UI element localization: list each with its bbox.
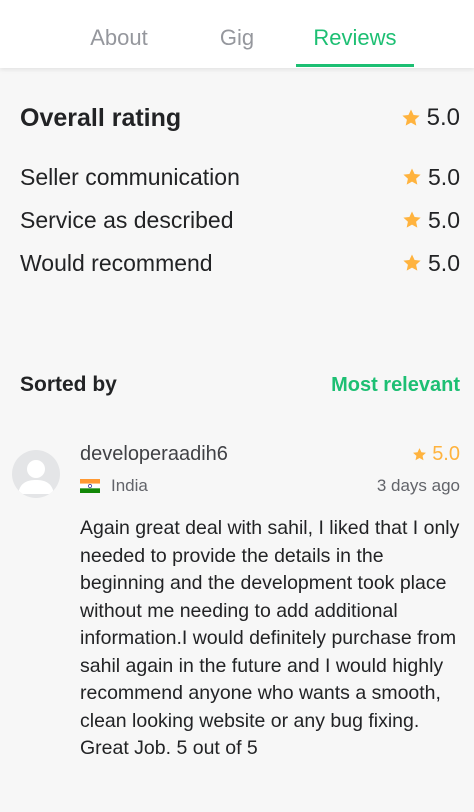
active-tab-indicator xyxy=(296,64,414,67)
sort-label: Sorted by xyxy=(20,373,117,396)
rating-value: 5.0 xyxy=(402,164,460,191)
rating-number: 5.0 xyxy=(428,163,460,190)
tab-bar: About Gig Reviews xyxy=(0,0,474,68)
rating-number: 5.0 xyxy=(428,206,460,233)
overall-rating-number: 5.0 xyxy=(426,104,460,131)
user-silhouette-icon xyxy=(18,460,54,494)
star-icon xyxy=(403,211,421,228)
review-text: Again great deal with sahil, I liked tha… xyxy=(80,517,460,759)
reviewer-country-name: India xyxy=(111,476,148,495)
rating-row-service-as-described: Service as described 5.0 xyxy=(20,201,460,239)
rating-label: Seller communication xyxy=(20,163,240,190)
star-icon xyxy=(403,254,421,271)
rating-value: 5.0 xyxy=(402,250,460,277)
overall-rating-value: 5.0 xyxy=(401,104,460,132)
rating-row-would-recommend: Would recommend 5.0 xyxy=(20,244,460,282)
rating-label: Service as described xyxy=(20,206,234,233)
star-icon xyxy=(403,168,421,185)
rating-row-seller-communication: Seller communication 5.0 xyxy=(20,158,460,196)
sort-dropdown[interactable]: Most relevant xyxy=(331,374,460,397)
rating-value: 5.0 xyxy=(402,207,460,234)
review-rating-number: 5.0 xyxy=(432,443,460,465)
avatar-icon[interactable] xyxy=(12,450,60,498)
review-rating: 5.0 xyxy=(412,443,460,466)
tab-reviews[interactable]: Reviews xyxy=(296,0,414,68)
review-time: 3 days ago xyxy=(376,476,460,495)
overall-rating-row: Overall rating 5.0 xyxy=(20,98,460,138)
rating-label: Would recommend xyxy=(20,249,213,276)
reviewer-country: India xyxy=(80,476,148,496)
sort-row: Sorted by Most relevant xyxy=(20,368,460,402)
overall-rating-label: Overall rating xyxy=(20,103,182,132)
star-icon xyxy=(413,448,427,461)
tab-gig[interactable]: Gig xyxy=(178,0,296,68)
reviewer-username[interactable]: developeraadih6 xyxy=(80,443,228,466)
india-flag-icon xyxy=(80,479,100,493)
rating-number: 5.0 xyxy=(428,249,460,276)
tab-about[interactable]: About xyxy=(60,0,178,68)
star-icon xyxy=(402,109,420,126)
